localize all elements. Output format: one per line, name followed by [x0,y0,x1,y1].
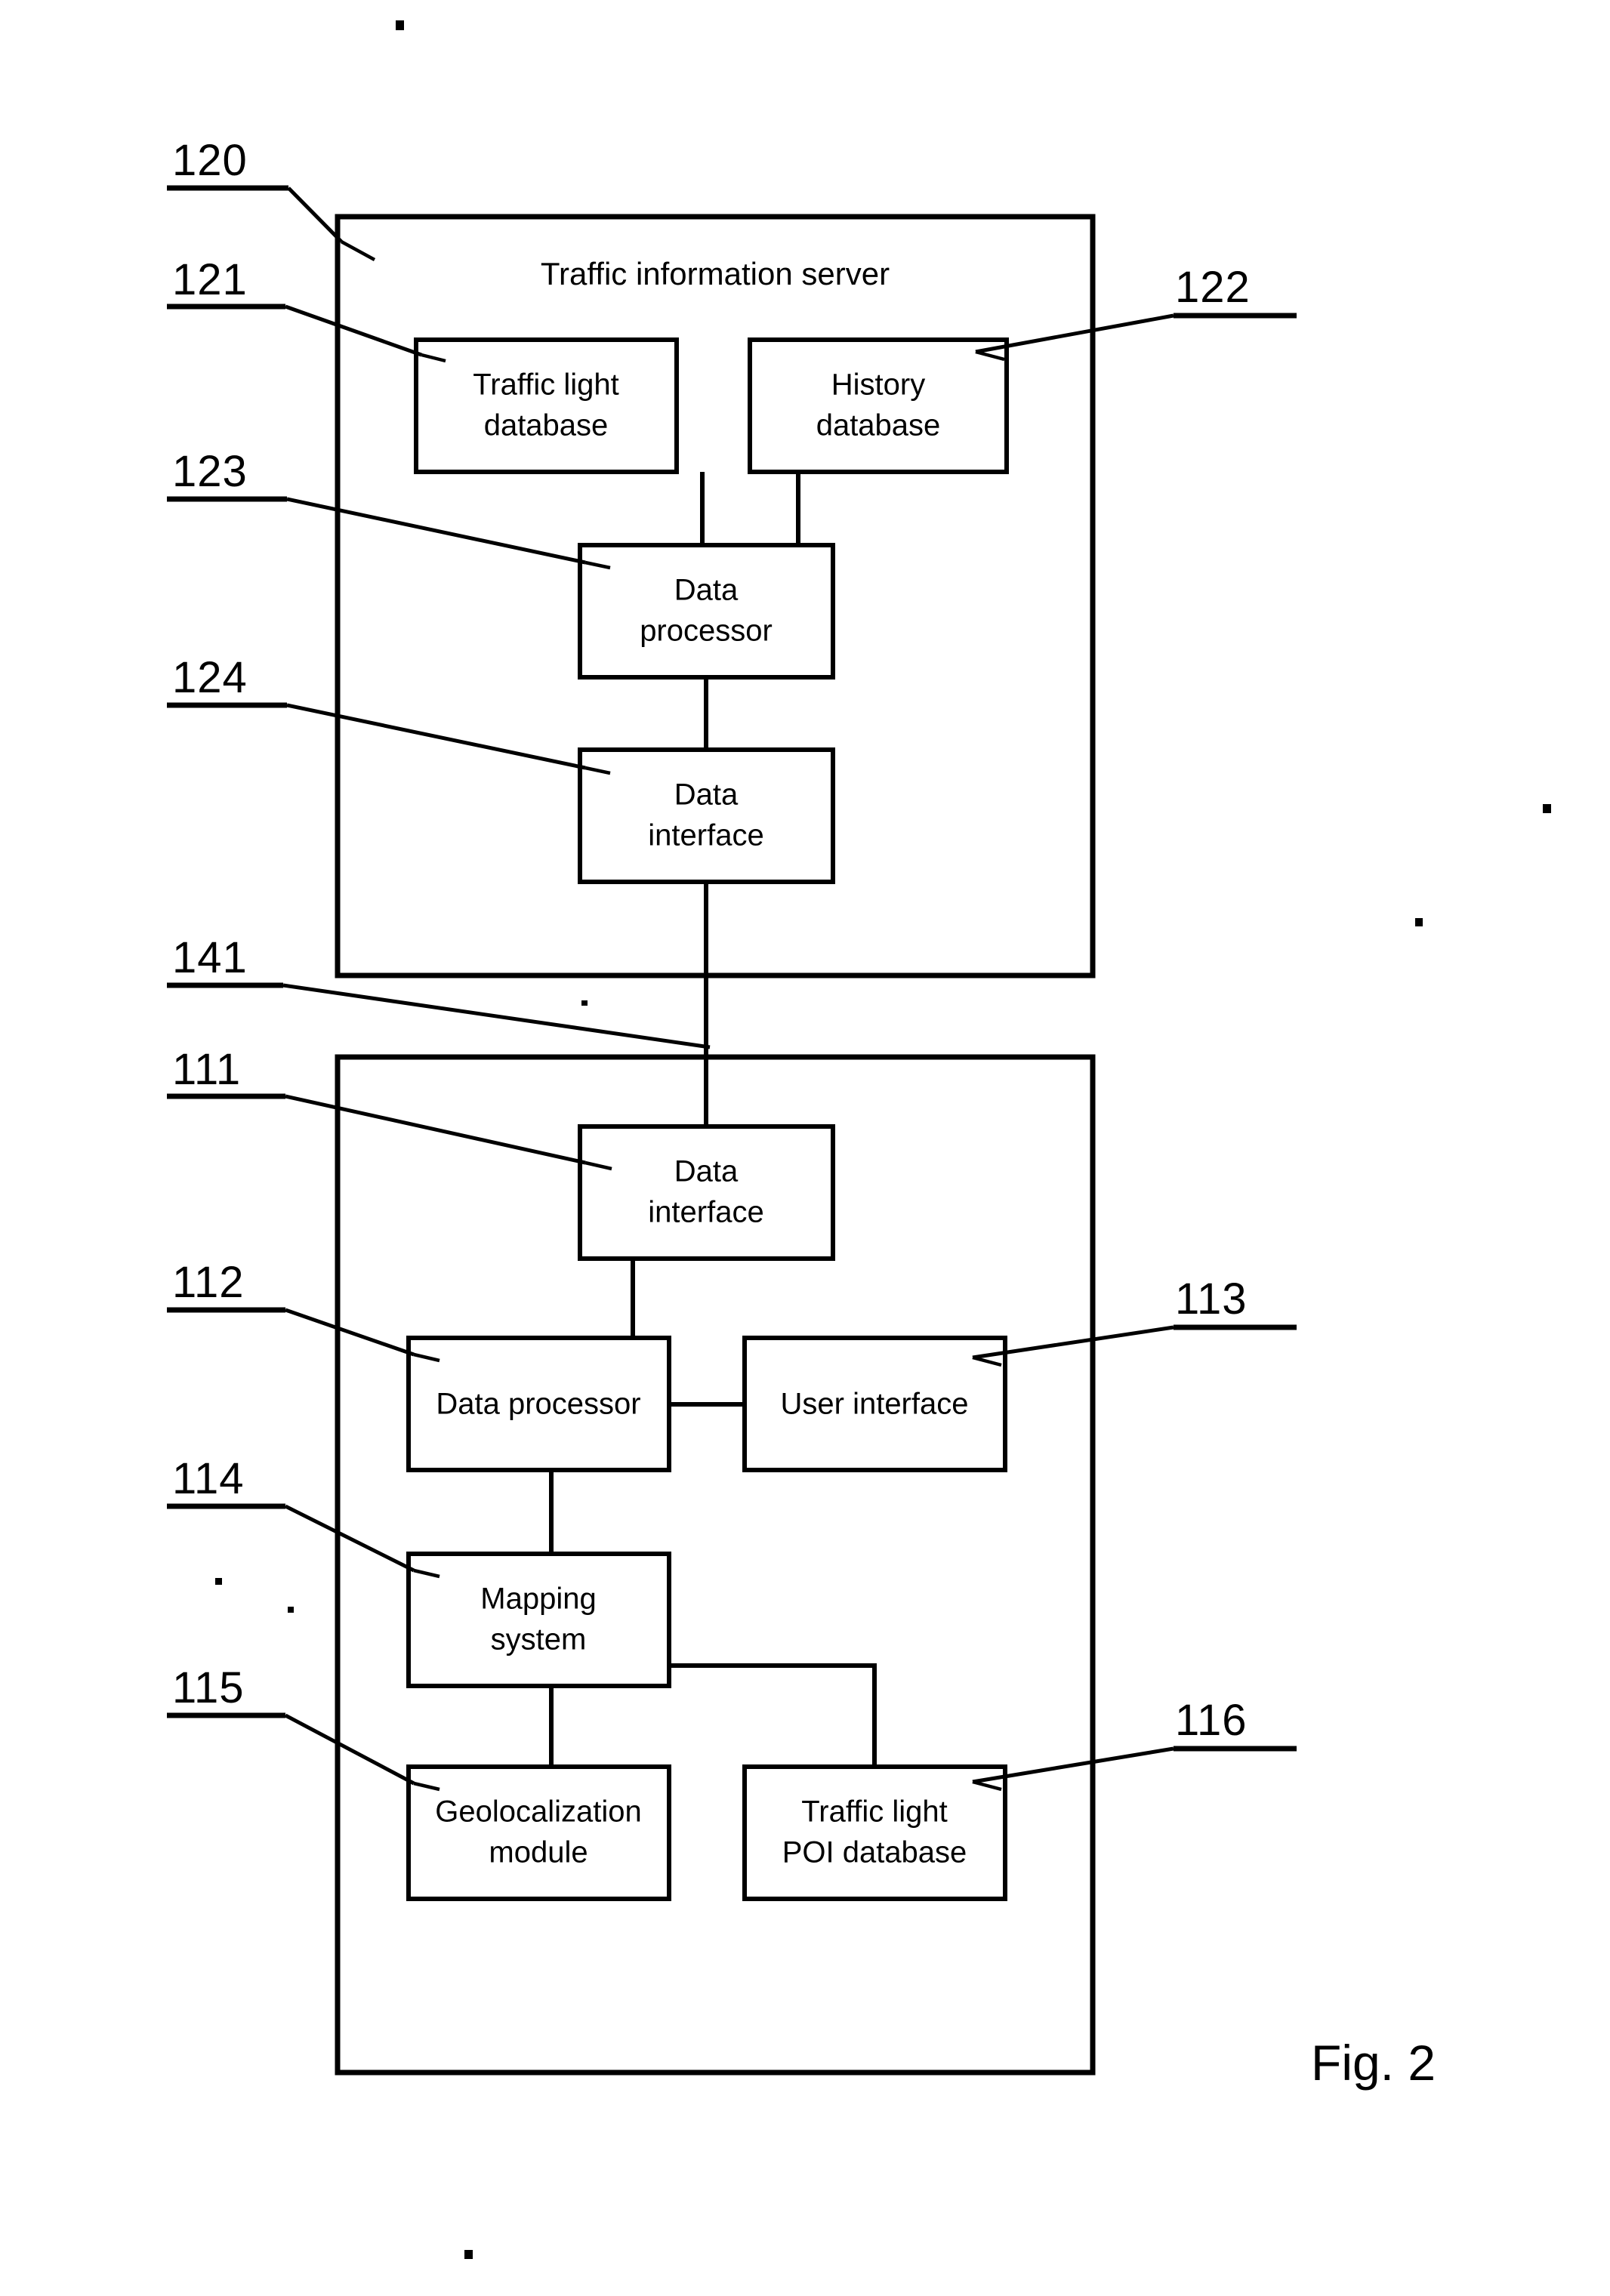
ref-number-111: 111 [172,1045,241,1094]
node-client-data-interface[interactable] [578,1124,835,1261]
label-server-data-interface-line2: interface [648,819,763,852]
node-server-data-interface[interactable] [578,747,835,884]
label-server-data-processor-line2: processor [640,615,773,648]
label-client-data-interface-line2: interface [648,1196,763,1229]
leader-line-122 [975,313,1174,354]
scan-speck [288,1607,294,1613]
label-history-database-line1: History [831,368,925,402]
label-server-data-processor-line1: Data [674,574,739,607]
container-title-server: Traffic information server [541,256,890,291]
scan-speck [1415,918,1423,926]
label-history-database-line2: database [816,409,941,442]
label-user-interface: User interface [781,1388,969,1421]
label-mapping-system-line1: Mapping [480,1583,596,1616]
label-traffic-light-poi-database-line1: Traffic light [801,1795,947,1829]
ref-number-115: 115 [172,1663,244,1712]
label-geolocalization-module-line2: module [489,1836,588,1869]
scan-speck [1543,804,1551,813]
ref-number-123: 123 [172,447,248,496]
leader-line-124 [286,703,586,770]
ref-number-114: 114 [172,1454,244,1503]
scan-speck [396,20,404,30]
leader-tick-120 [340,240,376,261]
label-traffic-light-database-line2: database [484,409,609,442]
scan-speck [215,1578,222,1585]
figure-caption: Fig. 2 [1311,2035,1436,2091]
node-traffic-light-database[interactable] [414,337,679,474]
leader-line-115 [284,1713,415,1786]
node-mapping-system[interactable] [406,1552,671,1688]
ref-number-121: 121 [172,255,248,304]
ref-number-116: 116 [1175,1696,1247,1745]
block-diagram-svg: Traffic information server Traffic light… [167,20,1551,2259]
label-server-data-interface-line1: Data [674,778,739,812]
leader-line-141 [282,983,711,1049]
label-traffic-light-database-line1: Traffic light [473,368,618,402]
scan-speck [581,1000,588,1006]
ref-number-120: 120 [172,136,248,185]
label-client-data-interface-line1: Data [674,1155,739,1188]
leader-line-112 [285,1308,415,1357]
node-history-database[interactable] [748,337,1009,474]
ref-number-124: 124 [172,653,248,702]
leader-line-114 [284,1504,415,1573]
ref-number-112: 112 [172,1258,244,1307]
node-traffic-light-poi-database[interactable] [742,1764,1007,1901]
leader-line-120 [287,186,343,243]
ref-number-113: 113 [1175,1274,1247,1324]
label-traffic-light-poi-database-line2: POI database [782,1836,967,1869]
ref-number-141: 141 [172,933,248,982]
leader-line-121 [285,304,422,357]
scan-speck [464,2250,473,2259]
ref-number-122: 122 [1175,263,1251,312]
label-mapping-system-line2: system [491,1623,587,1657]
node-geolocalization-module[interactable] [406,1764,671,1901]
label-geolocalization-module-line1: Geolocalization [435,1795,642,1829]
leader-line-111 [285,1094,586,1165]
label-client-data-processor: Data processor [436,1388,640,1421]
connector-mapping-to-poidb [669,1663,877,1767]
leader-line-123 [286,497,586,565]
node-server-data-processor[interactable] [578,543,835,680]
patent-figure: Traffic information server Traffic light… [0,0,1610,2296]
